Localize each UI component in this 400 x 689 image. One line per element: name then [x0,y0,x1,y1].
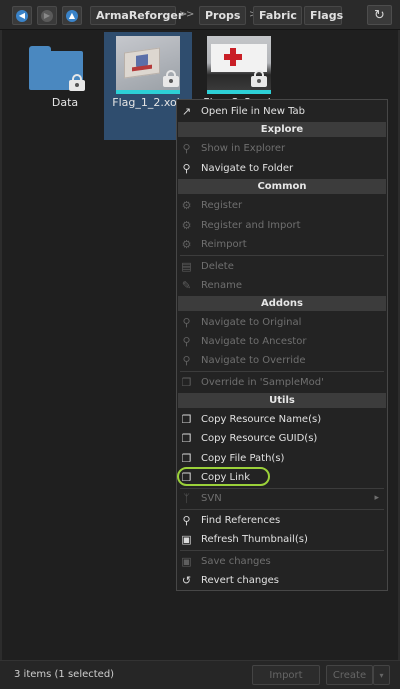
refresh-button[interactable]: ↻ [367,5,392,25]
menu-item-delete: ▤ Delete [181,259,234,273]
menu-item-navigate-to-ancestor: ⚲ Navigate to Ancestor [177,332,387,350]
open-external-icon: ↗ [181,104,192,118]
menu-item-find-references[interactable]: ⚲ Find References [177,511,387,529]
menu-item-reimport: ⚙ Reimport [181,237,247,251]
search-icon: ⚲ [182,315,191,329]
refresh-icon: ↻ [374,7,385,23]
menu-separator [180,371,384,372]
menu-separator [180,509,384,510]
menu-item-save-changes: ▣ Save changes [181,554,271,568]
breadcrumb-separator: > [186,9,195,20]
status-bar: 3 items (1 selected) Import Create ▾ [0,660,400,689]
copy-icon: ❐ [181,431,192,445]
menu-item-copy-resource-names[interactable]: ❐ Copy Resource Name(s) [177,410,387,428]
menu-item-revert-changes[interactable]: ↺ Revert changes [177,571,387,589]
menu-item-svn: ᛉ SVN ▸ [177,489,387,507]
menu-item-navigate-to-folder[interactable]: ⚲ Navigate to Folder [177,159,387,177]
copy-icon: ❐ [181,451,192,465]
pencil-icon: ✎ [181,278,192,292]
search-icon: ⚲ [182,334,191,348]
copy-link-highlight [177,467,270,486]
up-button[interactable]: ▲ [62,6,82,25]
menu-separator [180,550,384,551]
selection-count: 3 items (1 selected) [14,669,115,680]
breadcrumb-armareforger[interactable]: ArmaReforger [90,6,183,25]
revert-icon: ↺ [181,573,192,587]
breadcrumb-flags[interactable]: Flags [304,6,343,25]
search-icon: ⚲ [182,513,191,527]
gear-icon: ⚙ [181,218,192,232]
menu-item-copy-file-paths[interactable]: ❐ Copy File Path(s) [177,449,387,467]
lock-icon [250,70,268,87]
arrow-left-icon: ◀ [16,9,28,22]
forward-button[interactable]: ▶ [37,6,57,25]
menu-section-addons: Addons [178,296,386,311]
breadcrumb-fabric[interactable]: Fabric [253,6,302,25]
menu-item-rename: ✎ Rename [181,278,243,292]
arrow-right-icon: ▶ [41,9,53,22]
import-button[interactable]: Import [252,665,320,685]
arrow-up-icon: ▲ [66,9,78,22]
menu-item-override-in-samplemod: ❐ Override in 'SampleMod' [181,375,324,389]
menu-section-common: Common [178,179,386,194]
menu-item-register: ⚙ Register [181,198,243,212]
image-icon: ▣ [181,532,192,546]
toolbar: ◀ ▶ ▲ ArmaReforger > > Props > Fabric > … [0,0,400,30]
trash-icon: ▤ [181,259,192,273]
search-icon: ⚲ [182,353,191,367]
create-button[interactable]: Create [326,665,373,685]
menu-item-copy-resource-guids[interactable]: ❐ Copy Resource GUID(s) [177,429,387,447]
file-tile-data[interactable]: Data [21,32,109,140]
search-icon: ⚲ [182,141,191,155]
lock-icon [162,70,180,87]
create-dropdown-button[interactable]: ▾ [373,665,390,685]
back-button[interactable]: ◀ [12,6,32,25]
chevron-down-icon: ▾ [379,670,384,680]
menu-item-navigate-to-override: ⚲ Navigate to Override [177,351,387,369]
menu-separator [180,255,384,256]
context-menu: ↗ Open File in New Tab Explore ⚲ Show in… [176,99,388,591]
save-icon: ▣ [181,554,192,568]
menu-item-show-in-explorer: ⚲ Show in Explorer [177,139,387,157]
lock-icon [68,74,86,91]
branch-icon: ᛉ [183,491,190,505]
copy-icon: ❐ [181,412,192,426]
menu-item-open-file-new-tab[interactable]: ↗ Open File in New Tab [177,102,387,120]
copy-icon: ❐ [181,375,192,389]
gear-icon: ⚙ [181,237,192,251]
chevron-right-icon: ▸ [374,493,379,503]
gear-icon: ⚙ [181,198,192,212]
file-name: Data [51,96,79,109]
search-icon: ⚲ [182,161,191,175]
menu-item-refresh-thumbnails[interactable]: ▣ Refresh Thumbnail(s) [177,530,387,548]
menu-item-register-and-import: ⚙ Register and Import [181,218,301,232]
menu-item-navigate-to-original: ⚲ Navigate to Original [177,313,387,331]
menu-section-explore: Explore [178,122,386,137]
menu-section-utils: Utils [178,393,386,408]
breadcrumb-props[interactable]: Props [199,6,246,25]
